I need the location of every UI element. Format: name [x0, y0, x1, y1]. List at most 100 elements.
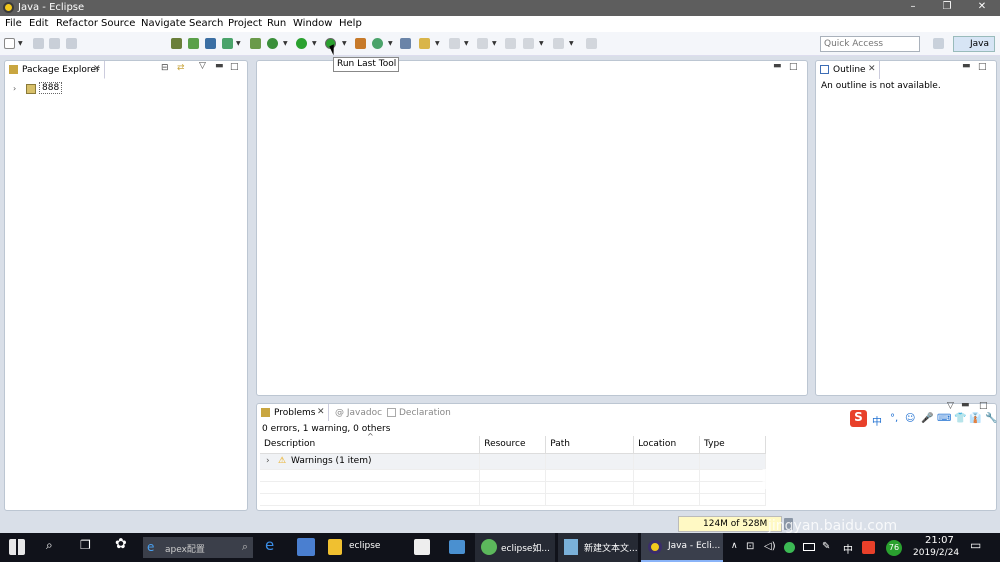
minimize-view-icon[interactable]: ▬ — [962, 61, 971, 71]
app-icon[interactable] — [297, 538, 315, 556]
link-editor-icon[interactable]: ⇄ — [177, 63, 185, 73]
minimize-view-icon[interactable]: ▬ — [961, 400, 970, 410]
ime-skin-icon[interactable]: 👕 — [954, 413, 966, 424]
run-last-tool-dropdown-icon[interactable]: ▼ — [342, 40, 347, 47]
tray-battery-icon[interactable] — [803, 543, 815, 551]
column-description[interactable]: Description — [260, 436, 481, 454]
clock-date[interactable]: 2019/2/24 — [913, 548, 959, 558]
prev-annotation-icon[interactable] — [477, 38, 488, 49]
ime-keyboard-icon[interactable]: ⌨ — [937, 413, 951, 424]
next-annotation-icon[interactable] — [449, 38, 460, 49]
next-annotation-dropdown-icon[interactable]: ▼ — [464, 40, 469, 47]
taskbar-app-notepad[interactable]: 新建文本文... — [558, 533, 638, 562]
ime-tools-icon[interactable]: 🔧 — [985, 413, 997, 424]
maximize-view-icon[interactable]: □ — [979, 401, 988, 411]
windows-start-icon[interactable] — [9, 539, 25, 555]
maximize-view-icon[interactable]: □ — [230, 62, 239, 72]
pinwheel-app-icon[interactable]: ✿ — [115, 536, 127, 552]
column-resource[interactable]: Resource — [479, 436, 547, 454]
column-path[interactable]: Path — [545, 436, 635, 454]
new-class-icon[interactable] — [372, 38, 383, 49]
menu-edit[interactable]: Edit — [29, 18, 48, 29]
sogou-ime-icon[interactable]: S — [850, 410, 867, 427]
notification-center-icon[interactable]: ▭ — [970, 538, 981, 552]
taskbar-search-box[interactable]: e apex配置 ⌕ — [143, 537, 253, 558]
minimize-button[interactable]: – — [906, 1, 920, 12]
maximize-view-icon[interactable]: □ — [978, 62, 987, 72]
expand-icon[interactable]: › — [266, 456, 270, 466]
pin-editor-icon[interactable] — [586, 38, 597, 49]
tray-expand-icon[interactable]: ∧ — [731, 541, 738, 551]
last-edit-icon[interactable] — [505, 38, 516, 49]
declaration-tab[interactable]: Declaration — [399, 408, 451, 418]
edge-browser-icon[interactable]: e — [265, 536, 274, 554]
print-icon[interactable] — [66, 38, 77, 49]
screen-app-icon[interactable] — [449, 540, 465, 554]
menu-project[interactable]: Project — [228, 18, 262, 29]
search-dropdown-icon[interactable]: ▼ — [435, 40, 440, 47]
taskbar-app-browser[interactable]: eclipse如... — [475, 533, 555, 562]
ime-voice-icon[interactable]: 🎤 — [921, 413, 933, 424]
close-button[interactable]: ✕ — [975, 1, 989, 12]
back-dropdown-icon[interactable]: ▼ — [539, 40, 544, 47]
taskbar-app-eclipse[interactable]: Java - Ecli... — [641, 533, 723, 562]
editor-area[interactable]: ▬ □ — [256, 60, 808, 396]
open-perspective-button-icon[interactable] — [933, 38, 944, 49]
skip-breakpoints-icon[interactable] — [205, 38, 216, 49]
menu-navigate[interactable]: Navigate — [141, 18, 186, 29]
menu-source[interactable]: Source — [101, 18, 135, 29]
ime-dress-icon[interactable]: 👔 — [969, 413, 981, 424]
taskbar-app-eclipse-folder[interactable]: eclipse — [349, 541, 380, 551]
editor-minimize-icon[interactable]: ▬ — [773, 61, 782, 71]
cortana-search-icon[interactable]: ⌕ — [46, 538, 53, 553]
new-package-icon[interactable] — [355, 38, 366, 49]
view-menu-icon[interactable]: ▽ — [199, 61, 206, 71]
maximize-button[interactable]: ❐ — [940, 1, 954, 12]
forward-dropdown-icon[interactable]: ▼ — [569, 40, 574, 47]
menu-file[interactable]: File — [5, 18, 22, 29]
tray-badge[interactable]: 76 — [886, 540, 902, 556]
tray-app-icon[interactable] — [784, 542, 795, 553]
heap-status[interactable]: 124M of 528M — [678, 516, 782, 532]
menu-refactor[interactable]: Refactor — [56, 18, 98, 29]
package-explorer-tab[interactable]: Package Explorer ✕ — [5, 61, 105, 79]
store-icon[interactable] — [414, 539, 430, 555]
new-dropdown-icon[interactable]: ▼ — [18, 40, 23, 47]
javadoc-tab[interactable]: @ Javadoc — [335, 408, 382, 418]
close-tab-icon[interactable]: ✕ — [317, 407, 325, 417]
collapse-all-icon[interactable]: ⊟ — [161, 63, 169, 73]
prev-annotation-dropdown-icon[interactable]: ▼ — [492, 40, 497, 47]
run-icon[interactable] — [296, 38, 307, 49]
expand-icon[interactable]: › — [13, 84, 16, 93]
task-icon[interactable] — [222, 38, 233, 49]
menu-search[interactable]: Search — [189, 18, 223, 29]
tray-sogou-icon[interactable] — [862, 541, 875, 554]
view-menu-icon[interactable]: ▽ — [947, 401, 954, 411]
column-type[interactable]: Type — [699, 436, 766, 454]
open-task-icon[interactable] — [188, 38, 199, 49]
tray-pen-icon[interactable]: ✎ — [822, 541, 830, 552]
menu-window[interactable]: Window — [293, 18, 332, 29]
ime-lang-label[interactable]: 中 — [872, 413, 882, 428]
tray-ime-lang[interactable]: 中 — [843, 541, 853, 556]
back-icon[interactable] — [523, 38, 534, 49]
new-class-dropdown-icon[interactable]: ▼ — [388, 40, 393, 47]
menu-help[interactable]: Help — [339, 18, 362, 29]
quick-access-input[interactable] — [820, 36, 920, 52]
outline-tab[interactable]: Outline ✕ — [816, 61, 880, 79]
menu-run[interactable]: Run — [267, 18, 286, 29]
clock-time[interactable]: 21:07 — [925, 535, 954, 546]
ime-punct-icon[interactable]: °, — [890, 413, 898, 424]
run-dropdown-icon[interactable]: ▼ — [312, 40, 317, 47]
new-java-project-icon[interactable] — [250, 38, 261, 49]
task-view-icon[interactable]: ❐ — [80, 538, 91, 552]
close-tab-icon[interactable]: ✕ — [868, 64, 876, 74]
save-icon[interactable] — [33, 38, 44, 49]
task-dropdown-icon[interactable]: ▼ — [236, 40, 241, 47]
forward-icon[interactable] — [553, 38, 564, 49]
save-all-icon[interactable] — [49, 38, 60, 49]
java-perspective-button[interactable]: Java — [953, 36, 995, 52]
ime-emoji-icon[interactable]: ☺ — [905, 413, 915, 424]
search-icon[interactable] — [419, 38, 430, 49]
file-explorer-icon[interactable] — [328, 539, 342, 555]
